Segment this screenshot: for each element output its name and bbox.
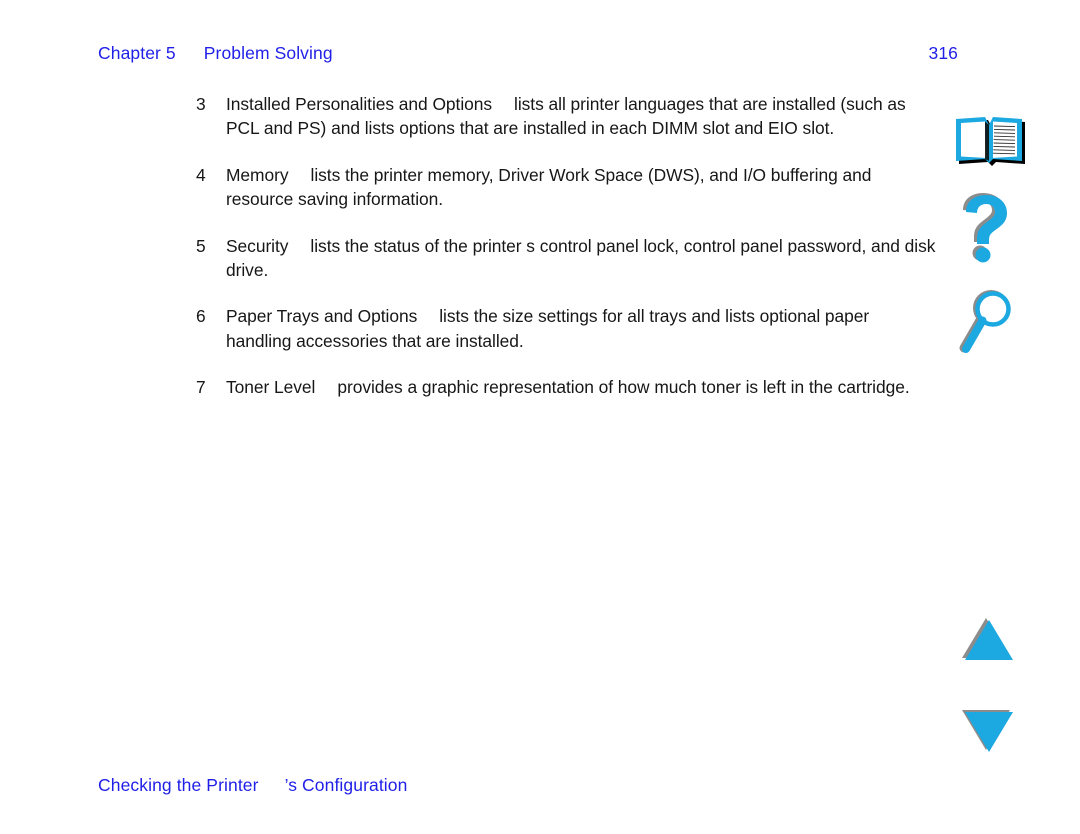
list-item-number: 6 <box>196 306 206 327</box>
book-icon[interactable] <box>952 114 1032 170</box>
document-page: Chapter 5 Problem Solving 316 3 Installed… <box>0 0 1080 834</box>
question-mark-icon[interactable] <box>952 192 1032 264</box>
list-item: 4 Memory lists the printer memory, Driver… <box>196 163 936 212</box>
list-item: 5 Security lists the status of the printe… <box>196 234 936 283</box>
triangle-up-icon[interactable] <box>952 614 1032 668</box>
magnifier-icon[interactable] <box>952 288 1032 360</box>
chapter-title-link[interactable]: Problem Solving <box>204 43 333 63</box>
breadcrumb: Chapter 5 Problem Solving <box>98 42 333 64</box>
page-header: Chapter 5 Problem Solving 316 <box>98 42 958 70</box>
footer-link-part-one[interactable]: Checking the Printer <box>98 775 259 795</box>
list-item-number: 4 <box>196 164 206 185</box>
page-footer: Checking the Printer ’s Configuration <box>98 774 407 796</box>
list-item-text: Installed Personalities and Options lists… <box>226 92 936 141</box>
navigation-icon-rail <box>952 0 1048 834</box>
list-item-number: 5 <box>196 235 206 256</box>
list-item: 7 Toner Level provides a graphic represen… <box>196 375 936 399</box>
chapter-label: Chapter 5 <box>98 43 176 63</box>
list-item-number: 7 <box>196 377 206 398</box>
list-item-number: 3 <box>196 94 206 114</box>
list-item-term: Memory <box>226 164 289 185</box>
list-item-term: Installed Personalities and Options <box>226 94 493 114</box>
list-item-description: provides a graphic representation of how… <box>337 377 910 398</box>
list-item-term: Security <box>226 235 289 256</box>
list-item-description: lists the status of the printer s contro… <box>226 235 941 281</box>
list-item-text: Paper Trays and Options lists the size se… <box>226 304 936 353</box>
list-item-term: Toner Level <box>226 377 316 398</box>
list-item: 6 Paper Trays and Options lists the size … <box>196 304 936 353</box>
list-item-term: Paper Trays and Options <box>226 306 418 327</box>
list-item-description: lists the printer memory, Driver Work Sp… <box>226 164 877 210</box>
list-item-text: Memory lists the printer memory, Driver W… <box>226 163 936 212</box>
triangle-down-icon[interactable] <box>952 704 1032 758</box>
list-item-text: Toner Level provides a graphic representa… <box>226 375 936 399</box>
numbered-list: 3 Installed Personalities and Options lis… <box>196 92 936 422</box>
list-item-text: Security lists the status of the printer … <box>226 234 936 283</box>
footer-link-part-two[interactable]: ’s Configuration <box>285 775 408 795</box>
list-item: 3 Installed Personalities and Options lis… <box>196 92 936 141</box>
